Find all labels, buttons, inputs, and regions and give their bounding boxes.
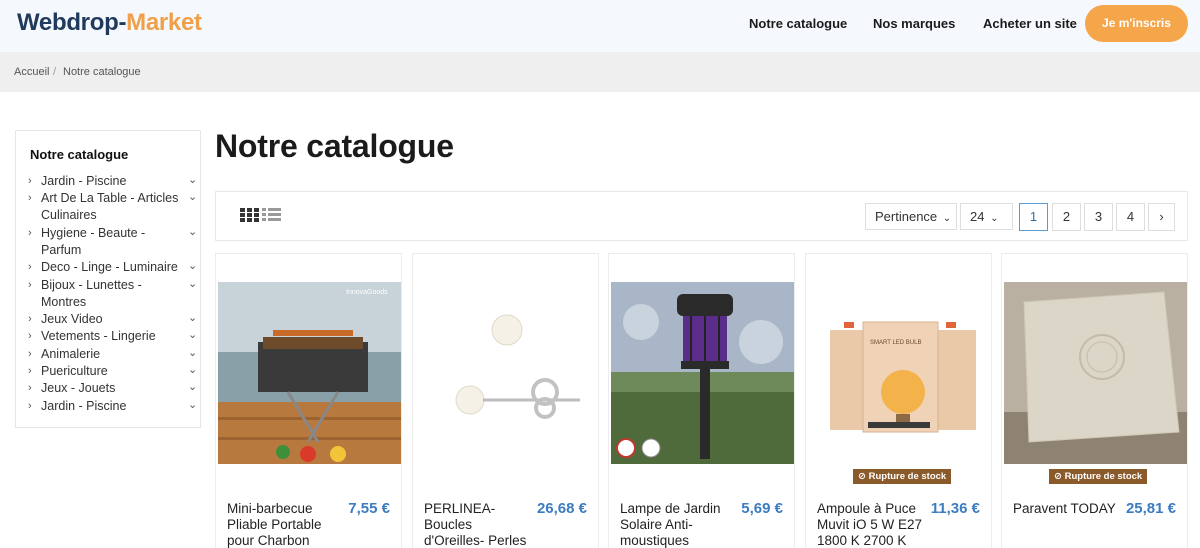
sidebar-item-label: Hygiene - Beaute - Parfum	[41, 226, 146, 257]
product-name[interactable]: Paravent TODAY	[1013, 501, 1119, 517]
product-name[interactable]: Ampoule à Puce Muvit iO 5 W E27 1800 K 2…	[817, 501, 923, 548]
chevron-right-icon: ›	[28, 365, 32, 377]
chevron-right-icon: ›	[28, 227, 32, 239]
chevron-down-icon[interactable]: ⌄	[188, 327, 197, 344]
signup-button[interactable]: Je m'inscris	[1085, 5, 1188, 42]
product-card[interactable]: InnovaGoods Mini-barbecue Pliable Portab…	[215, 253, 402, 548]
chevron-down-icon[interactable]: ⌄	[188, 276, 197, 293]
chevron-down-icon: ⌄	[942, 213, 952, 224]
chevron-down-icon[interactable]: ⌄	[188, 189, 197, 206]
list-view-icon[interactable]	[262, 208, 281, 222]
product-price: 11,36 €	[930, 500, 980, 517]
logo-part-1: Webdrop-	[17, 9, 127, 36]
breadcrumb: Accueil / Notre catalogue	[0, 52, 1200, 92]
chevron-down-icon[interactable]: ⌄	[188, 310, 197, 327]
chevron-down-icon[interactable]: ⌄	[188, 397, 197, 414]
breadcrumb-home[interactable]: Accueil	[14, 66, 49, 78]
product-name[interactable]: Mini-barbecue Pliable Portable pour Char…	[227, 501, 333, 548]
out-of-stock-icon: ⊘	[1054, 471, 1062, 482]
chevron-down-icon[interactable]: ⌄	[188, 172, 197, 189]
sidebar-item-label: Jeux Video	[41, 312, 103, 326]
site-header: Webdrop-Market Notre catalogue Nos marqu…	[0, 0, 1200, 52]
chevron-right-icon: ›	[28, 261, 32, 273]
sidebar-item-label: Art De La Table - Articles Culinaires	[41, 191, 179, 222]
product-image-led-bulb-box[interactable]: SMART LED BULB	[808, 282, 991, 464]
next-page-button[interactable]: ›	[1148, 203, 1175, 231]
sidebar-item-label: Jeux - Jouets	[41, 381, 116, 395]
per-page-value: 24	[970, 209, 985, 224]
category-sidebar: Notre catalogue › Jardin - Piscine ⌄ › A…	[15, 130, 201, 428]
chevron-right-icon: ›	[28, 192, 32, 204]
per-page-select[interactable]: 24 ⌄	[960, 203, 1013, 230]
page-1-button[interactable]: 1	[1019, 203, 1048, 231]
out-of-stock-label: Rupture de stock	[1064, 471, 1143, 482]
out-of-stock-badge: ⊘ Rupture de stock	[853, 469, 952, 484]
box-label-text: SMART LED BULB	[870, 340, 921, 346]
sidebar-item-label: Puericulture	[41, 364, 108, 378]
nav-acheter-un-site[interactable]: Acheter un site	[983, 16, 1077, 31]
product-card[interactable]: PERLINEA- Boucles d'Oreilles- Perles 26,…	[412, 253, 599, 548]
page-4-button[interactable]: 4	[1116, 203, 1145, 231]
sidebar-item-label: Bijoux - Lunettes - Montres	[41, 278, 142, 309]
out-of-stock-icon: ⊘	[858, 471, 866, 482]
chevron-down-icon[interactable]: ⌄	[188, 379, 197, 396]
product-price: 26,68 €	[536, 500, 587, 517]
breadcrumb-separator: /	[53, 66, 57, 78]
chevron-right-icon: ›	[28, 313, 32, 325]
sidebar-item-label: Jardin - Piscine	[41, 174, 127, 188]
sort-select-value: Pertinence	[875, 209, 938, 224]
out-of-stock-badge: ⊘ Rupture de stock	[1049, 469, 1148, 484]
out-of-stock-label: Rupture de stock	[868, 471, 947, 482]
chevron-down-icon[interactable]: ⌄	[188, 345, 197, 362]
sidebar-item-label: Vetements - Lingerie	[41, 329, 156, 343]
chevron-down-icon[interactable]: ⌄	[188, 224, 197, 241]
chevron-right-icon: ›	[28, 330, 32, 342]
site-logo[interactable]: Webdrop-Market	[17, 9, 202, 37]
breadcrumb-current: Notre catalogue	[63, 66, 141, 78]
chevron-right-icon: ›	[28, 279, 32, 291]
product-price: 7,55 €	[348, 500, 390, 517]
product-card[interactable]: ⊘ Rupture de stock Paravent TODAY 25,81 …	[1001, 253, 1188, 548]
catalogue-toolbar: Pertinence ⌄ 24 ⌄ 1 2 3 4 ›	[215, 191, 1188, 241]
product-price: 5,69 €	[741, 500, 783, 517]
nav-notre-catalogue[interactable]: Notre catalogue	[749, 16, 847, 31]
logo-part-2: Market	[126, 9, 202, 36]
chevron-right-icon: ›	[1159, 209, 1164, 224]
chevron-right-icon: ›	[28, 400, 32, 412]
page-3-button[interactable]: 3	[1084, 203, 1113, 231]
product-price: 25,81 €	[1125, 500, 1176, 517]
product-image-pearl-earrings[interactable]	[415, 282, 598, 464]
sidebar-item-label: Deco - Linge - Luminaire	[41, 260, 178, 274]
product-image-cushion[interactable]	[1004, 282, 1187, 464]
sidebar-item-label: Jardin - Piscine	[41, 399, 127, 413]
chevron-right-icon: ›	[28, 348, 32, 360]
product-image-solar-lamp[interactable]	[611, 282, 794, 464]
brand-watermark: InnovaGoods	[346, 289, 388, 296]
sort-select[interactable]: Pertinence ⌄	[865, 203, 957, 230]
nav-nos-marques[interactable]: Nos marques	[873, 16, 955, 31]
page-2-button[interactable]: 2	[1052, 203, 1081, 231]
chevron-down-icon[interactable]: ⌄	[188, 258, 197, 275]
chevron-right-icon: ›	[28, 382, 32, 394]
chevron-right-icon: ›	[28, 175, 32, 187]
chevron-down-icon: ⌄	[990, 213, 999, 224]
sidebar-item-label: Animalerie	[41, 347, 101, 361]
product-card[interactable]: SMART LED BULB ⊘ Rupture de stock Ampoul…	[805, 253, 992, 548]
sidebar-title: Notre catalogue	[30, 147, 129, 162]
chevron-down-icon[interactable]: ⌄	[188, 362, 197, 379]
grid-view-icon[interactable]	[240, 208, 259, 222]
page-title: Notre catalogue	[215, 128, 454, 164]
product-image-barbecue[interactable]: InnovaGoods	[218, 282, 401, 464]
product-card[interactable]: Lampe de Jardin Solaire Anti-moustiques …	[608, 253, 795, 548]
product-name[interactable]: Lampe de Jardin Solaire Anti-moustiques	[620, 501, 726, 548]
product-name[interactable]: PERLINEA- Boucles d'Oreilles- Perles	[424, 501, 530, 548]
